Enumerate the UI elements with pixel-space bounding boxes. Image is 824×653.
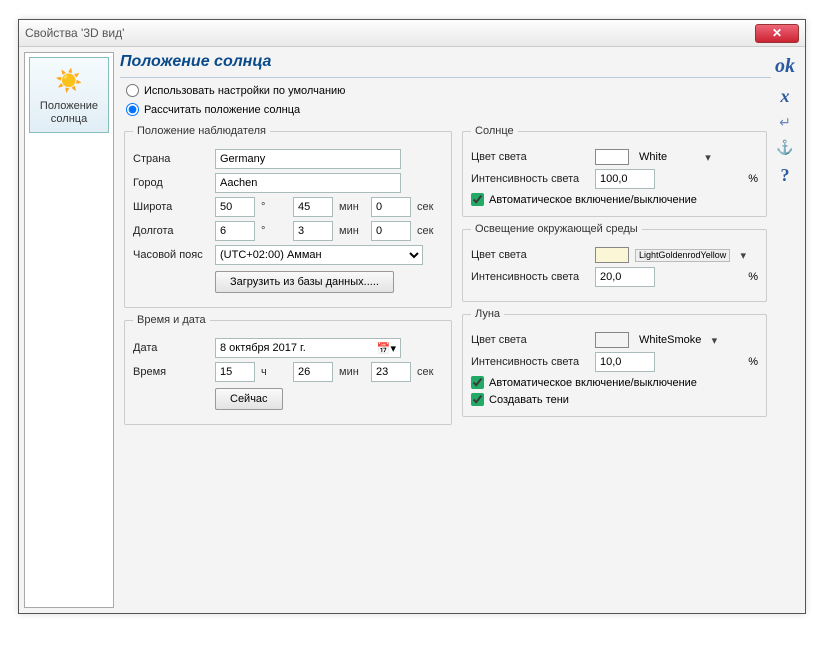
second-input[interactable] (371, 362, 411, 382)
window-title: Свойства '3D вид' (25, 26, 124, 40)
enter-icon[interactable]: ↵ (779, 115, 791, 132)
group-datetime: Время и дата Дата 8 октября 2017 г. 📅▾ В… (124, 314, 452, 425)
lat-min-input[interactable] (293, 197, 333, 217)
lat-deg-input[interactable] (215, 197, 255, 217)
country-label: Страна (133, 153, 209, 165)
time-label: Время (133, 366, 209, 378)
moon-color-dropdown-icon[interactable]: ▾ (707, 334, 721, 347)
city-input[interactable] (215, 173, 401, 193)
anchor-icon[interactable]: ⚓ (776, 140, 793, 157)
group-observer: Положение наблюдателя Страна Город Широт… (124, 125, 452, 308)
ambient-color-swatch[interactable] (595, 247, 629, 263)
group-datetime-legend: Время и дата (133, 314, 210, 326)
sun-auto-label: Автоматическое включение/выключение (489, 194, 697, 206)
moon-auto-label: Автоматическое включение/выключение (489, 377, 697, 389)
group-moon-legend: Луна (471, 308, 504, 320)
moon-intensity-label: Интенсивность света (471, 356, 589, 368)
help-button[interactable]: ? (781, 165, 790, 186)
sidebar-item-label: Положение солнца (32, 100, 106, 126)
group-sun: Солнце Цвет света White ▾ Интенсивность … (462, 125, 767, 217)
page-title: Положение солнца (120, 51, 771, 78)
group-moon: Луна Цвет света WhiteSmoke ▾ Интенсивнос… (462, 308, 767, 417)
sun-intensity-input[interactable] (595, 169, 655, 189)
moon-shadow-label: Создавать тени (489, 394, 569, 406)
moon-color-label: Цвет света (471, 334, 589, 346)
lat-sec-input[interactable] (371, 197, 411, 217)
sun-icon: ☀️ (50, 66, 88, 96)
ambient-color-name[interactable]: LightGoldenrodYellow (635, 249, 730, 262)
lon-label: Долгота (133, 225, 209, 237)
moon-color-swatch[interactable] (595, 332, 629, 348)
sun-color-swatch[interactable] (595, 149, 629, 165)
sidebar-item-sun-position[interactable]: ☀️ Положение солнца (29, 57, 109, 133)
now-button[interactable]: Сейчас (215, 388, 283, 410)
moon-intensity-input[interactable] (595, 352, 655, 372)
ambient-intensity-input[interactable] (595, 267, 655, 287)
timezone-select[interactable]: (UTC+02:00) Амман (215, 245, 423, 265)
sun-color-name: White (635, 151, 695, 163)
radio-default-label: Использовать настройки по умолчанию (144, 85, 345, 97)
close-button[interactable]: ✕ (755, 24, 799, 43)
calendar-icon: 📅▾ (377, 342, 396, 355)
hour-input[interactable] (215, 362, 255, 382)
sun-color-dropdown-icon[interactable]: ▾ (701, 151, 715, 164)
group-ambient-legend: Освещение окружающей среды (471, 223, 642, 235)
sun-auto-checkbox[interactable] (471, 193, 484, 206)
lon-sec-input[interactable] (371, 221, 411, 241)
category-sidebar: ☀️ Положение солнца (24, 52, 114, 608)
country-input[interactable] (215, 149, 401, 169)
ambient-intensity-label: Интенсивность света (471, 271, 589, 283)
ok-button[interactable]: ok (775, 55, 795, 78)
minute-input[interactable] (293, 362, 333, 382)
action-bar: ok x ↵ ⚓ ? (771, 51, 799, 607)
load-from-db-button[interactable]: Загрузить из базы данных..... (215, 271, 394, 293)
date-label: Дата (133, 342, 209, 354)
sun-color-label: Цвет света (471, 151, 589, 163)
cancel-button[interactable]: x (781, 86, 790, 107)
radio-calculate[interactable] (126, 103, 139, 116)
moon-color-name: WhiteSmoke (635, 334, 701, 346)
group-sun-legend: Солнце (471, 125, 518, 137)
group-ambient: Освещение окружающей среды Цвет света Li… (462, 223, 767, 302)
ambient-color-label: Цвет света (471, 249, 589, 261)
city-label: Город (133, 177, 209, 189)
moon-auto-checkbox[interactable] (471, 376, 484, 389)
group-observer-legend: Положение наблюдателя (133, 125, 270, 137)
date-picker[interactable]: 8 октября 2017 г. 📅▾ (215, 338, 401, 358)
lon-deg-input[interactable] (215, 221, 255, 241)
tz-label: Часовой пояс (133, 249, 209, 261)
lon-min-input[interactable] (293, 221, 333, 241)
moon-shadow-checkbox[interactable] (471, 393, 484, 406)
titlebar: Свойства '3D вид' ✕ (19, 20, 805, 47)
radio-calculate-label: Рассчитать положение солнца (144, 104, 300, 116)
radio-default-settings[interactable] (126, 84, 139, 97)
lat-label: Широта (133, 201, 209, 213)
sun-intensity-label: Интенсивность света (471, 173, 589, 185)
properties-window: Свойства '3D вид' ✕ ☀️ Положение солнца … (18, 19, 806, 614)
ambient-color-dropdown-icon[interactable]: ▾ (736, 249, 750, 262)
